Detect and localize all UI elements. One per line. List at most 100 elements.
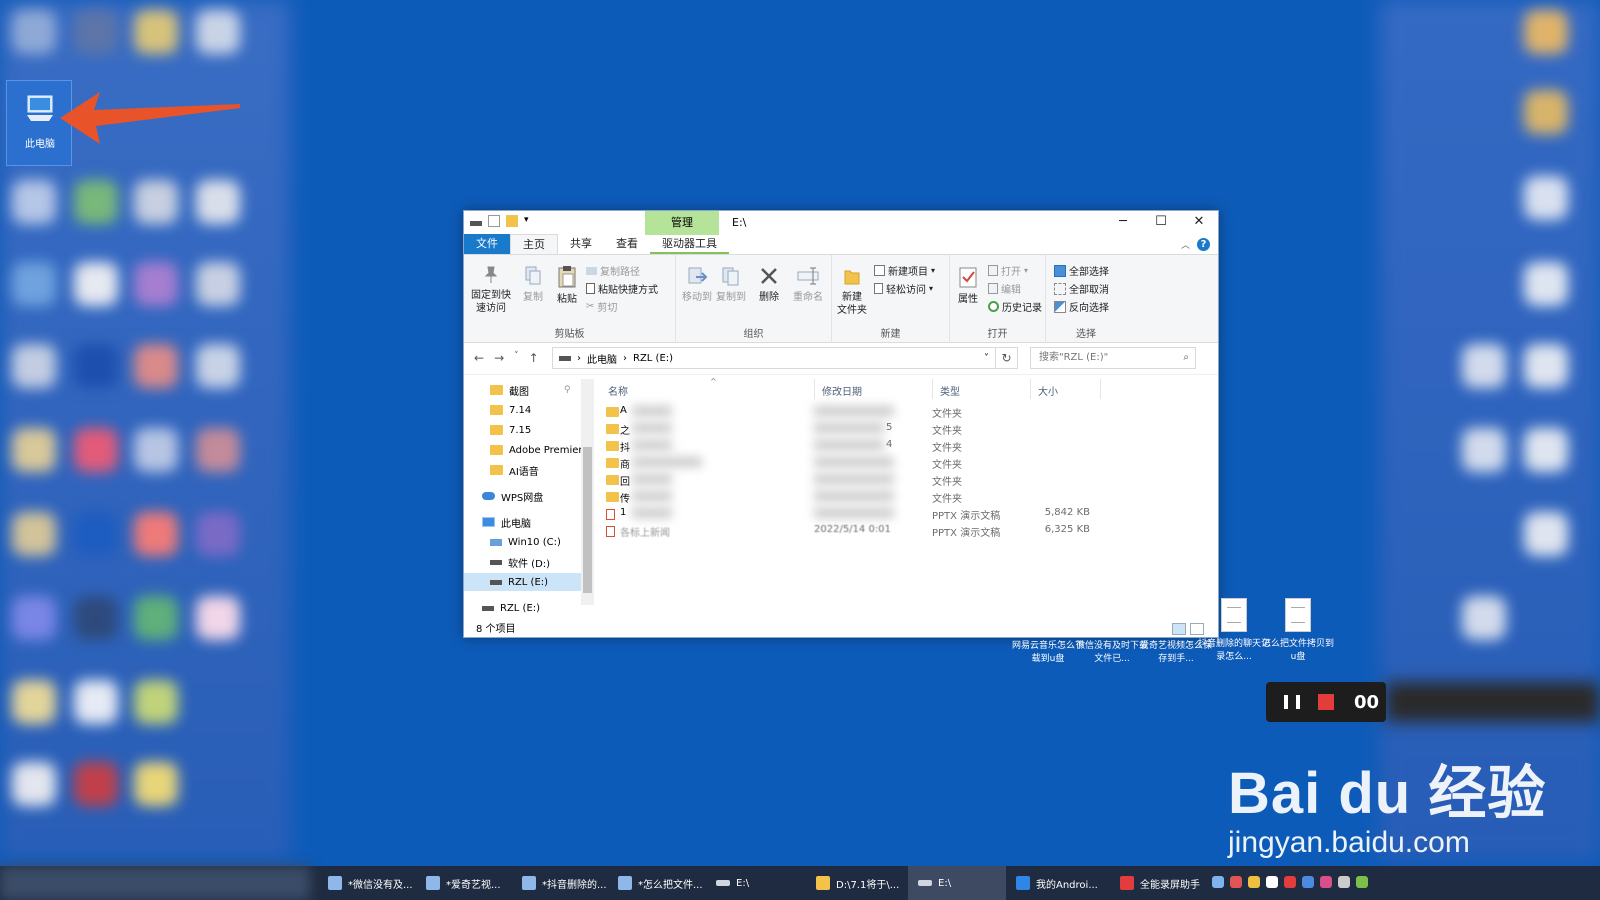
tray-icon[interactable] bbox=[1230, 876, 1242, 888]
nav-item-drive-e-root[interactable]: RZL (E:) bbox=[482, 599, 540, 617]
table-row[interactable]: 各标上新闻 2022/5/14 0:01 PPTX 演示文稿 6,325 KB bbox=[602, 522, 1202, 539]
scrollbar-thumb[interactable] bbox=[583, 447, 592, 593]
nav-item-this-pc[interactable]: 此电脑 bbox=[482, 513, 531, 531]
tab-file[interactable]: 文件 bbox=[464, 234, 510, 254]
nav-item-714[interactable]: 7.14 bbox=[490, 401, 531, 419]
move-to-button[interactable]: 移动到 bbox=[680, 265, 714, 304]
back-arrow-icon[interactable]: ← bbox=[474, 351, 484, 365]
manage-context-tab[interactable]: 管理 bbox=[645, 211, 719, 235]
taskbar-item[interactable]: D:\7.1将于\... bbox=[806, 866, 908, 900]
table-row[interactable]: 之 5 文件夹 bbox=[602, 420, 1202, 437]
taskbar-item[interactable]: E:\ bbox=[706, 866, 806, 900]
paste-button[interactable]: 粘贴 bbox=[550, 265, 584, 306]
rename-button[interactable]: 重命名 bbox=[788, 265, 828, 304]
tray-icon[interactable] bbox=[1266, 876, 1278, 888]
column-header-type[interactable]: 类型 bbox=[940, 383, 960, 398]
history-button[interactable]: 历史记录 bbox=[988, 299, 1042, 314]
table-row[interactable]: A 文件夹 bbox=[602, 403, 1202, 420]
address-dropdown-icon[interactable]: ˅ bbox=[984, 353, 989, 364]
up-arrow-icon[interactable]: ↑ bbox=[529, 351, 539, 365]
qat-dropdown-icon[interactable]: ▾ bbox=[524, 215, 532, 227]
breadcrumb-rzl-drive[interactable]: RZL (E:) bbox=[633, 353, 673, 364]
pin-quick-access-button[interactable]: 固定到快 速访问 bbox=[466, 265, 516, 315]
cut-button[interactable]: ✂ 剪切 bbox=[586, 299, 617, 314]
address-bar[interactable]: › 此电脑 › RZL (E:) ˅ bbox=[552, 347, 996, 369]
copy-button[interactable]: 复制 bbox=[516, 265, 550, 304]
file-list[interactable]: 名称 ^ 修改日期 类型 大小 A 文件夹 之 5 文件夹 抖 4 文件夹 商文件夹 回文… bbox=[602, 377, 1212, 615]
tray-icon[interactable] bbox=[1284, 876, 1296, 888]
nav-item-drive-d[interactable]: 软件 (D:) bbox=[490, 553, 550, 571]
tab-drive-tools[interactable]: 驱动器工具 bbox=[650, 234, 729, 254]
taskbar-item[interactable]: *微信没有及... bbox=[318, 866, 416, 900]
desktop-file[interactable]: 网易云音乐怎么下载到u盘 bbox=[1012, 640, 1084, 666]
drive-icon[interactable] bbox=[470, 220, 482, 226]
nav-item-adobe-premier[interactable]: Adobe Premier bbox=[490, 441, 583, 459]
column-separator[interactable] bbox=[814, 379, 815, 399]
copy-path-button[interactable]: 复制路径 bbox=[586, 263, 640, 278]
navigation-pane[interactable]: 截图 ⚲ 7.14 7.15 Adobe Premier AI语音 WPS网盘 此… bbox=[464, 379, 594, 615]
open-button[interactable]: 打开 ▾ bbox=[988, 263, 1028, 278]
search-icon[interactable]: ⌕ bbox=[1183, 348, 1189, 368]
edit-button[interactable]: 编辑 bbox=[988, 281, 1021, 296]
tray-icon[interactable] bbox=[1212, 876, 1224, 888]
desktop-file[interactable]: 微信没有及时下载文件已... bbox=[1076, 640, 1148, 666]
nav-item-ai-voice[interactable]: AI语音 bbox=[490, 461, 539, 479]
nav-item-drive-e[interactable]: RZL (E:) bbox=[464, 573, 582, 591]
delete-button[interactable]: 删除 bbox=[752, 265, 786, 304]
details-view-icon[interactable] bbox=[1172, 623, 1186, 635]
forward-arrow-icon[interactable]: → bbox=[494, 351, 504, 365]
minimize-button[interactable]: ─ bbox=[1104, 211, 1142, 235]
taskbar-item[interactable]: 我的Androi... bbox=[1006, 866, 1110, 900]
new-folder-qat-icon[interactable] bbox=[506, 215, 518, 227]
taskbar-item[interactable]: *怎么把文件... bbox=[608, 866, 706, 900]
explorer-window[interactable]: ▾ 管理 E:\ ─ ☐ ✕ 文件 主页 共享 查看 驱动器工具 ︿ ? 固定到… bbox=[463, 210, 1219, 638]
column-separator[interactable] bbox=[1030, 379, 1031, 399]
recent-dropdown-icon[interactable]: ˅ bbox=[514, 351, 519, 365]
column-separator[interactable] bbox=[1100, 379, 1101, 399]
nav-item-wps-cloud[interactable]: WPS网盘 bbox=[482, 487, 543, 505]
search-input[interactable]: 搜索"RZL (E:)" ⌕ bbox=[1030, 347, 1196, 369]
copy-to-button[interactable]: 复制到 bbox=[714, 265, 748, 304]
column-header-name[interactable]: 名称 bbox=[608, 383, 628, 398]
new-item-button[interactable]: 新建项目 ▾ bbox=[874, 263, 935, 278]
taskbar-item[interactable]: 全能录屏助手 bbox=[1110, 866, 1210, 900]
tray-icon[interactable] bbox=[1248, 876, 1260, 888]
properties-qat-icon[interactable] bbox=[488, 215, 500, 227]
invert-selection-button[interactable]: 反向选择 bbox=[1054, 299, 1109, 314]
maximize-button[interactable]: ☐ bbox=[1142, 211, 1180, 235]
nav-item-screenshots[interactable]: 截图 ⚲ bbox=[490, 381, 571, 399]
refresh-icon[interactable]: ↻ bbox=[996, 347, 1018, 369]
easy-access-button[interactable]: 轻松访问 ▾ bbox=[874, 281, 933, 296]
nav-item-drive-c[interactable]: Win10 (C:) bbox=[490, 533, 561, 551]
table-row[interactable]: 1 PPTX 演示文稿 5,842 KB bbox=[602, 505, 1202, 522]
tab-share[interactable]: 共享 bbox=[558, 234, 604, 254]
table-row[interactable]: 回 文件夹 bbox=[602, 471, 1202, 488]
desktop-file[interactable]: 抖音删除的聊天记录怎么... bbox=[1198, 598, 1270, 664]
help-icon[interactable]: ? bbox=[1197, 238, 1210, 251]
select-none-button[interactable]: 全部取消 bbox=[1054, 281, 1109, 296]
collapse-ribbon-icon[interactable]: ︿ bbox=[1181, 238, 1190, 251]
tray-icon[interactable] bbox=[1320, 876, 1332, 888]
title-bar[interactable]: ▾ 管理 E:\ ─ ☐ ✕ bbox=[464, 211, 1218, 235]
stop-icon[interactable] bbox=[1318, 694, 1334, 710]
table-row[interactable]: 商 文件夹 bbox=[602, 454, 1202, 471]
taskbar-item-active[interactable]: E:\ bbox=[908, 866, 1006, 900]
pause-icon[interactable] bbox=[1284, 695, 1300, 709]
tray-icon[interactable] bbox=[1338, 876, 1350, 888]
taskbar-item[interactable]: *爱奇艺视... bbox=[416, 866, 512, 900]
column-separator[interactable] bbox=[932, 379, 933, 399]
nav-item-715[interactable]: 7.15 bbox=[490, 421, 531, 439]
tab-home[interactable]: 主页 bbox=[510, 234, 558, 254]
breadcrumb-this-pc[interactable]: 此电脑 bbox=[587, 351, 617, 366]
column-header-date[interactable]: 修改日期 bbox=[822, 383, 862, 398]
tray-icon[interactable] bbox=[1356, 876, 1368, 888]
properties-button[interactable]: 属性 bbox=[952, 265, 984, 306]
paste-shortcut-button[interactable]: 粘贴快捷方式 bbox=[586, 281, 658, 296]
select-all-button[interactable]: 全部选择 bbox=[1054, 263, 1109, 278]
table-row[interactable]: 抖 4 文件夹 bbox=[602, 437, 1202, 454]
close-button[interactable]: ✕ bbox=[1180, 211, 1218, 235]
new-folder-button[interactable]: 新建 文件夹 bbox=[834, 265, 870, 317]
tab-view[interactable]: 查看 bbox=[604, 234, 650, 254]
tray-icon[interactable] bbox=[1302, 876, 1314, 888]
taskbar-item[interactable]: *抖音删除的... bbox=[512, 866, 608, 900]
